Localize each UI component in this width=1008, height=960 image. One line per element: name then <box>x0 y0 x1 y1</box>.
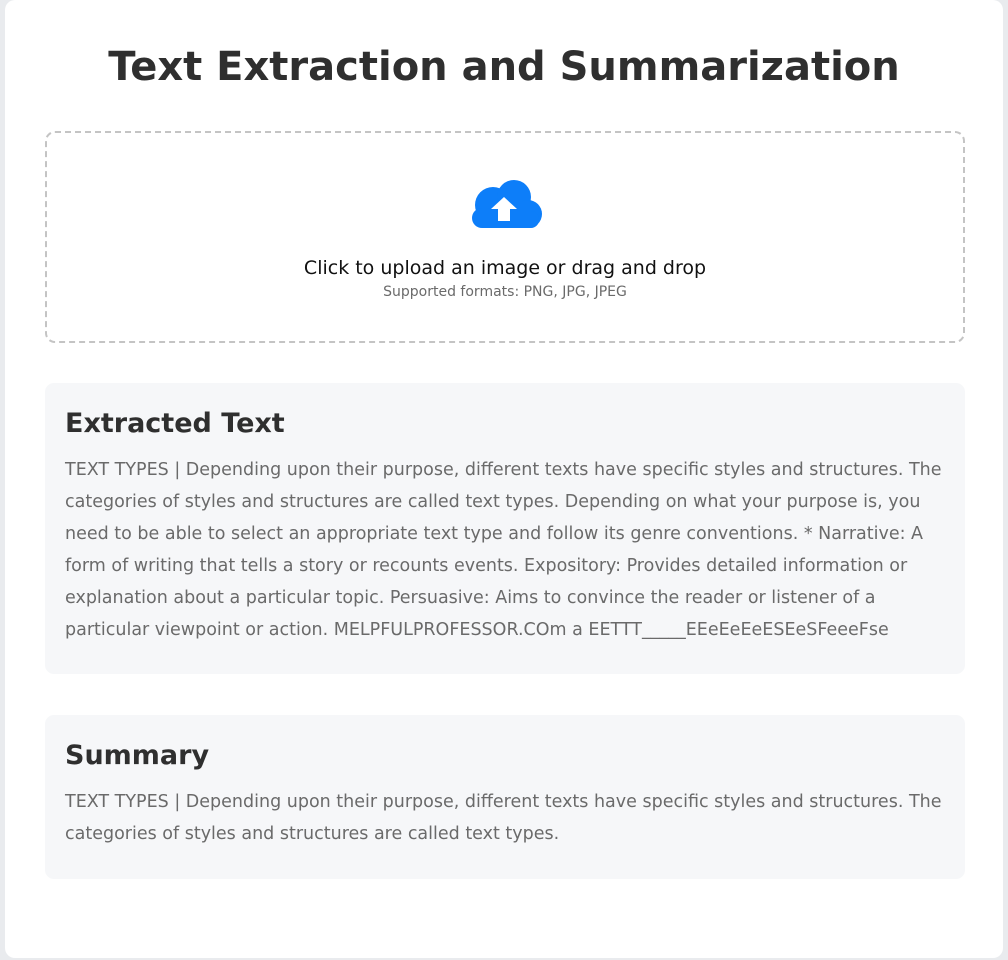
extracted-text-panel: Extracted Text TEXT TYPES | Depending up… <box>45 383 965 674</box>
summary-panel: Summary TEXT TYPES | Depending upon thei… <box>45 715 965 879</box>
cloud-upload-icon <box>472 180 542 228</box>
page-title: Text Extraction and Summarization <box>108 44 900 90</box>
upload-instruction: Click to upload an image or drag and dro… <box>303 257 707 279</box>
supported-formats: Supported formats: PNG, JPG, JPEG <box>383 284 627 300</box>
upload-dropzone[interactable]: Click to upload an image or drag and dro… <box>45 131 965 343</box>
extracted-text-heading: Extracted Text <box>65 408 285 439</box>
summary-body: TEXT TYPES | Depending upon their purpos… <box>65 792 942 844</box>
main-card: Text Extraction and Summarization Click … <box>5 0 1003 958</box>
summary-heading: Summary <box>65 740 210 771</box>
extracted-text-body: TEXT TYPES | Depending upon their purpos… <box>65 460 942 640</box>
